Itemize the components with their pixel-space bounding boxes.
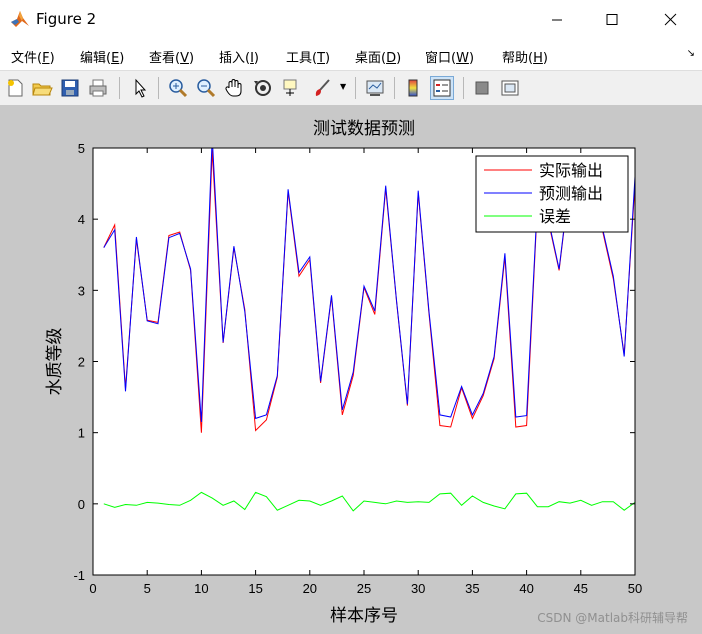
figure-toolbar: ▼ <box>0 71 702 106</box>
x-tick-label: 5 <box>144 581 151 596</box>
brush-dropdown-icon[interactable]: ▼ <box>340 82 346 91</box>
minimize-button[interactable] <box>530 0 584 40</box>
x-tick-label: 10 <box>194 581 208 596</box>
watermark-text: CSDN @Matlab科研辅导帮 <box>537 611 688 625</box>
y-tick-label: 3 <box>78 283 85 298</box>
x-tick-label: 50 <box>628 581 642 596</box>
menu-help[interactable]: 帮助(H) <box>502 47 548 66</box>
maximize-button[interactable] <box>585 0 639 40</box>
colorbar-icon[interactable] <box>402 77 424 99</box>
new-figure-icon[interactable] <box>4 77 26 99</box>
toolbar-separator <box>463 77 464 99</box>
brush-icon[interactable] <box>311 77 333 99</box>
legend-label-1: 实际输出 <box>539 161 603 180</box>
x-tick-label: 40 <box>519 581 533 596</box>
y-tick-label: 0 <box>78 497 85 512</box>
save-icon[interactable] <box>59 77 81 99</box>
chart-title: 测试数据预测 <box>313 119 415 139</box>
x-tick-label: 30 <box>411 581 425 596</box>
pan-hand-icon[interactable] <box>223 77 245 99</box>
close-button[interactable] <box>644 0 698 40</box>
open-file-icon[interactable] <box>31 77 53 99</box>
rotate-3d-icon[interactable] <box>252 77 274 99</box>
x-tick-label: 25 <box>357 581 371 596</box>
menu-view[interactable]: 查看(V) <box>149 47 194 66</box>
toolbar-separator <box>119 77 120 99</box>
menu-file[interactable]: 文件(F) <box>11 47 55 66</box>
x-tick-label: 45 <box>574 581 588 596</box>
legend-icon[interactable] <box>430 76 454 100</box>
y-axis-label: 水质等级 <box>45 328 65 396</box>
menu-insert[interactable]: 插入(I) <box>219 47 259 66</box>
x-tick-label: 20 <box>303 581 317 596</box>
y-tick-label: 2 <box>78 355 85 370</box>
toolbar-separator <box>158 77 159 99</box>
menu-window[interactable]: 窗口(W) <box>425 47 474 66</box>
show-plot-tools-icon[interactable] <box>499 77 521 99</box>
legend-label-3: 误差 <box>539 207 571 226</box>
y-tick-label: 5 <box>78 141 85 156</box>
figure-canvas: 0 5 10 15 20 25 30 35 40 45 50 -1 0 1 2 3 4 5 测试数据预测 样本序号 水质… <box>0 106 702 634</box>
menu-tools[interactable]: 工具(T) <box>286 47 330 66</box>
pointer-icon[interactable] <box>129 77 151 99</box>
x-tick-label: 0 <box>89 581 96 596</box>
y-tick-label: -1 <box>73 568 85 583</box>
zoom-out-icon[interactable] <box>195 77 217 99</box>
y-tick-label: 4 <box>78 212 85 227</box>
window-title: Figure 2 <box>36 10 97 28</box>
x-tick-label: 35 <box>465 581 479 596</box>
toolbar-separator <box>355 77 356 99</box>
data-cursor-icon[interactable] <box>281 77 303 99</box>
y-tick-label: 1 <box>78 426 85 441</box>
window-titlebar: Figure 2 <box>0 0 702 40</box>
matlab-logo-icon <box>11 11 29 27</box>
menu-overflow-icon[interactable]: ↘ <box>687 48 695 59</box>
hide-plot-tools-icon[interactable] <box>471 77 493 99</box>
line-chart[interactable]: 0 5 10 15 20 25 30 35 40 45 50-1012345测试数据预测样本序号水质… <box>0 106 702 634</box>
print-icon[interactable] <box>87 77 109 99</box>
x-axis-label: 样本序号 <box>330 606 398 626</box>
legend-label-2: 预测输出 <box>539 184 603 203</box>
x-tick-label: 15 <box>248 581 262 596</box>
menu-desktop[interactable]: 桌面(D) <box>355 47 401 66</box>
menu-edit[interactable]: 编辑(E) <box>80 47 124 66</box>
toolbar-separator <box>394 77 395 99</box>
menu-bar: 文件(F) 编辑(E) 查看(V) 插入(I) 工具(T) 桌面(D) 窗口(W… <box>0 40 702 71</box>
link-plot-icon[interactable] <box>364 77 386 99</box>
zoom-in-icon[interactable] <box>167 77 189 99</box>
